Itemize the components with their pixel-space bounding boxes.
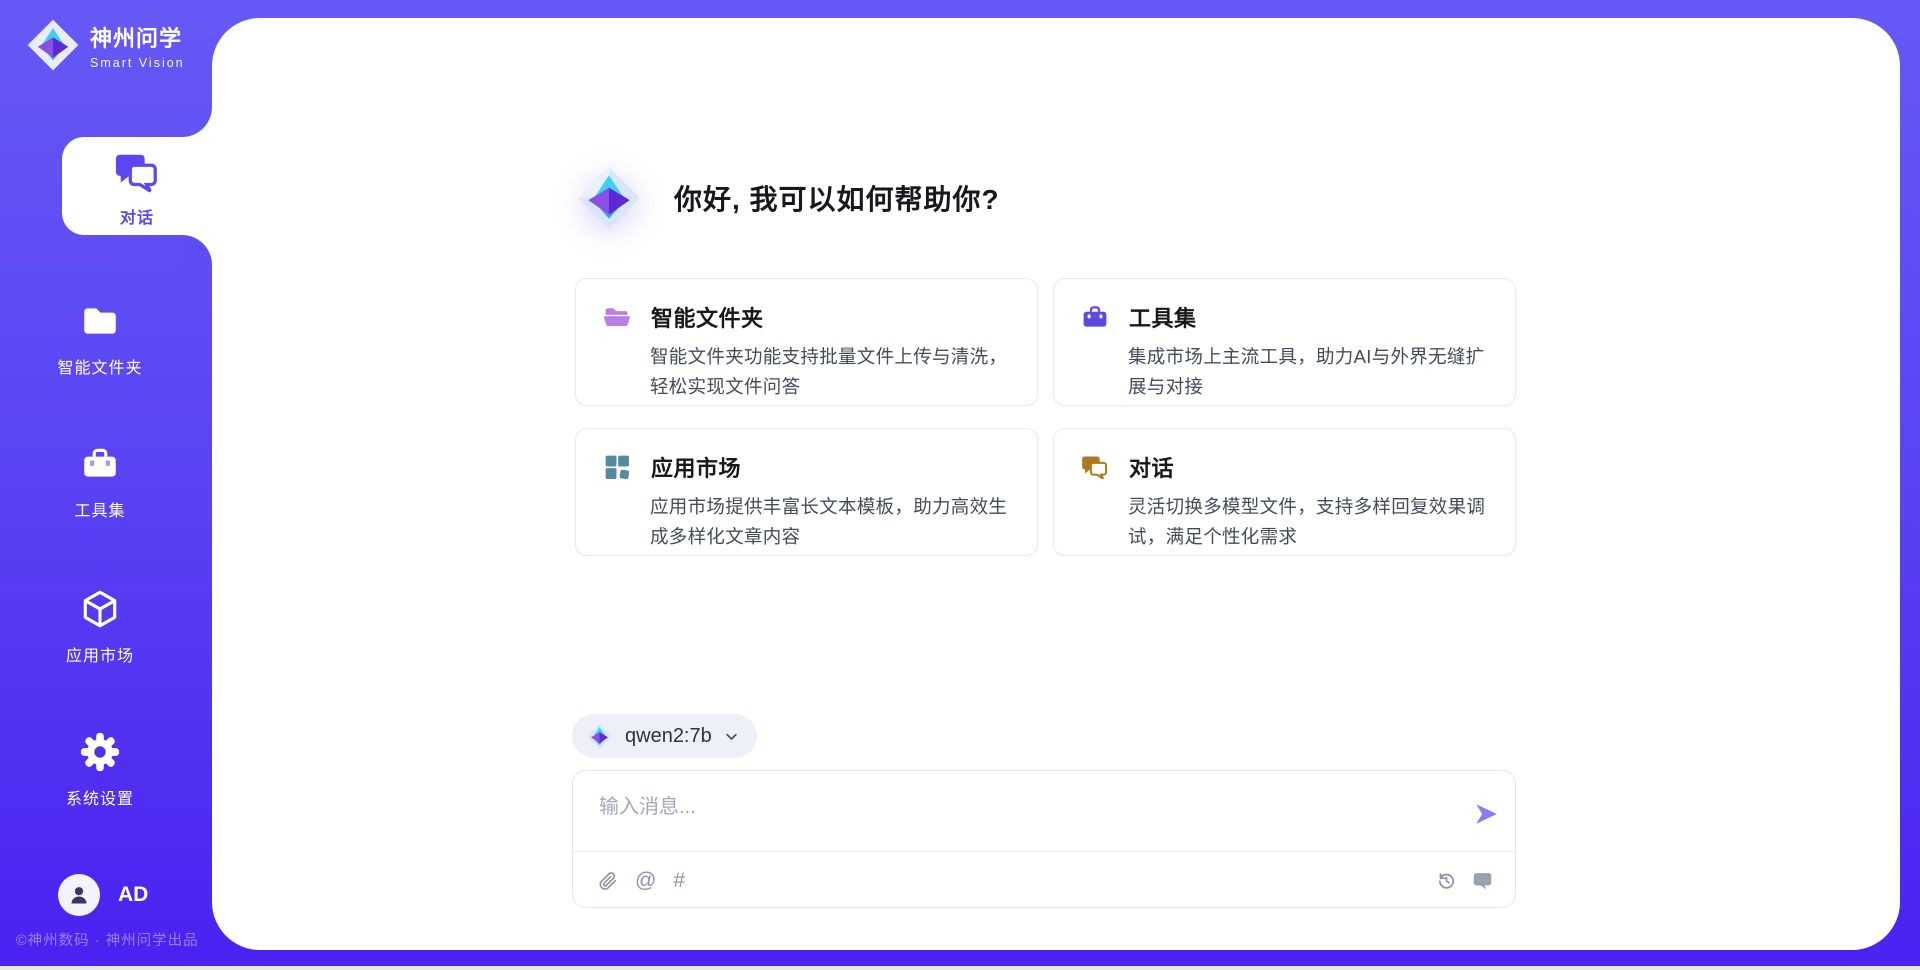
diamond-logo-icon [576, 165, 642, 231]
briefcase-icon [79, 443, 121, 485]
card-title: 智能文件夹 [651, 301, 764, 333]
sidebar-item-label: 智能文件夹 [0, 354, 200, 378]
brand-name: 神州问学 [90, 21, 185, 53]
model-name: qwen2:7b [625, 725, 712, 748]
brand: 神州问学 Smart Vision [26, 18, 185, 72]
card-title: 工具集 [1129, 301, 1197, 333]
sidebar-item-label: 系统设置 [0, 785, 200, 809]
card-description: 应用市场提供丰富长文本模板，助力高效生成多样化文章内容 [650, 492, 1011, 551]
hash-icon[interactable]: # [673, 870, 685, 891]
chevron-down-icon [724, 729, 739, 744]
brand-subtitle: Smart Vision [90, 56, 185, 70]
card-chat[interactable]: 对话 灵活切换多模型文件，支持多样回复效果调试，满足个性化需求 [1053, 428, 1516, 556]
person-icon [67, 883, 91, 907]
sidebar-item-folders[interactable]: 智能文件夹 [0, 300, 200, 378]
chat-bubbles-icon [114, 149, 160, 195]
send-icon[interactable] [1473, 801, 1499, 827]
message-input[interactable] [599, 787, 1419, 827]
diamond-logo-icon [586, 723, 613, 750]
composer-toolbar: @ # [597, 852, 1493, 908]
folder-open-icon [603, 303, 631, 331]
tab-curve-bottom [182, 235, 212, 265]
main-panel: 你好, 我可以如何帮助你? 智能文件夹 智能文件夹功能支持批量文件上传与清洗，轻… [212, 18, 1900, 950]
folder-icon [79, 300, 121, 342]
user-profile[interactable]: AD [58, 874, 148, 916]
sidebar-item-chat[interactable]: 对话 [62, 137, 212, 235]
tab-curve-top [182, 107, 212, 137]
cube-icon [79, 588, 121, 630]
sidebar-item-toolset[interactable]: 工具集 [0, 443, 200, 521]
toolbar-right [1436, 870, 1493, 891]
card-description: 智能文件夹功能支持批量文件上传与清洗，轻松实现文件问答 [650, 342, 1011, 401]
sidebar-item-label: 应用市场 [0, 642, 200, 666]
user-initials: AD [118, 883, 148, 907]
history-icon[interactable] [1436, 870, 1457, 891]
sidebar: 神州问学 Smart Vision 对话 智能文件夹 工具集 [0, 0, 212, 970]
diamond-logo-icon [26, 18, 80, 72]
paperclip-icon[interactable] [597, 870, 618, 891]
card-title: 对话 [1129, 451, 1174, 483]
window-bottom-edge [0, 966, 1920, 970]
model-selector[interactable]: qwen2:7b [572, 714, 757, 758]
briefcase-icon [1081, 303, 1109, 331]
sidebar-item-label: 对话 [62, 204, 212, 228]
grid-icon [603, 453, 631, 481]
card-description: 灵活切换多模型文件，支持多样回复效果调试，满足个性化需求 [1128, 492, 1489, 551]
message-composer: @ # [572, 770, 1516, 908]
greeting-title: 你好, 我可以如何帮助你? [674, 178, 1000, 218]
toolbar-left: @ # [597, 870, 685, 891]
gear-icon [79, 731, 121, 773]
sidebar-item-settings[interactable]: 系统设置 [0, 731, 200, 809]
card-description: 集成市场上主流工具，助力AI与外界无缝扩展与对接 [1128, 342, 1489, 401]
avatar [58, 874, 100, 916]
card-title: 应用市场 [651, 451, 741, 483]
sidebar-item-label: 工具集 [0, 497, 200, 521]
message-icon[interactable] [1472, 870, 1493, 891]
card-toolset[interactable]: 工具集 集成市场上主流工具，助力AI与外界无缝扩展与对接 [1053, 278, 1516, 406]
sidebar-item-market[interactable]: 应用市场 [0, 588, 200, 666]
card-smart-folder[interactable]: 智能文件夹 智能文件夹功能支持批量文件上传与清洗，轻松实现文件问答 [575, 278, 1038, 406]
greeting-block: 你好, 我可以如何帮助你? [576, 165, 1000, 231]
feature-cards: 智能文件夹 智能文件夹功能支持批量文件上传与清洗，轻松实现文件问答 工具集 集成… [575, 278, 1516, 556]
copyright-text: ©神州数码 · 神州问学出品 [16, 929, 199, 950]
card-app-market[interactable]: 应用市场 应用市场提供丰富长文本模板，助力高效生成多样化文章内容 [575, 428, 1038, 556]
chat-bubbles-icon [1081, 453, 1109, 481]
at-icon[interactable]: @ [635, 870, 656, 891]
